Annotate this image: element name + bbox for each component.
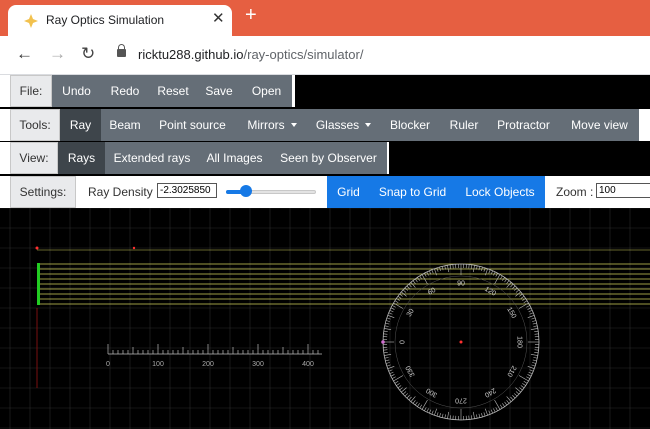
new-tab-icon[interactable]: + <box>245 5 257 25</box>
tool-mirrors-dropdown[interactable]: Mirrors <box>236 109 308 141</box>
point-marker[interactable] <box>132 246 136 250</box>
tool-move-view-button[interactable]: Move view <box>560 109 639 141</box>
settings-label: Settings: <box>10 176 76 208</box>
url-host: ricktu288.github.io <box>138 47 244 62</box>
settings-bar: Settings: Ray Density : Grid Snap to Gri… <box>0 176 650 208</box>
ruler-tick-label: 100 <box>152 361 164 368</box>
protractor-center-point[interactable] <box>459 340 463 344</box>
undo-button[interactable]: Undo <box>52 75 101 107</box>
view-all-images-button[interactable]: All Images <box>199 142 270 174</box>
protractor-angle-label: 90 <box>457 281 465 288</box>
tools-label: Tools: <box>10 109 60 141</box>
canvas-background <box>0 208 650 429</box>
protractor-handle[interactable] <box>381 340 385 344</box>
close-icon[interactable]: ✕ <box>212 11 225 26</box>
view-rays-button[interactable]: Rays <box>58 142 105 174</box>
zoom-label: Zoom : <box>556 185 594 199</box>
dropdown-caret-icon <box>290 123 297 127</box>
lock-objects-toggle[interactable]: Lock Objects <box>455 176 545 208</box>
browser-tab-bar: Ray Optics Simulation ✕ + <box>0 0 650 36</box>
back-arrow-icon[interactable]: ← <box>16 45 33 62</box>
protractor-angle-label: 180 <box>516 336 523 348</box>
ray-density-slider-thumb[interactable] <box>239 185 252 197</box>
redo-button[interactable]: Redo <box>101 75 149 107</box>
tab-title: Ray Optics Simulation <box>46 13 165 27</box>
ray-optics-favicon <box>24 14 38 28</box>
lock-icon[interactable] <box>117 44 126 57</box>
reload-icon[interactable]: ↻ <box>81 45 95 62</box>
address-bar: ← → ↻ ricktu288.github.io/ray-optics/sim… <box>0 36 650 75</box>
view-bar: View: Rays Extended rays All Images Seen… <box>0 142 389 174</box>
ruler-tick-label: 300 <box>252 361 264 368</box>
mirrors-label: Mirrors <box>247 118 285 132</box>
ray-density-label: Ray Density : <box>88 185 160 199</box>
open-button[interactable]: Open <box>241 75 292 107</box>
grid-toggle[interactable]: Grid <box>327 176 370 208</box>
ruler-tick-label: 400 <box>302 361 314 368</box>
browser-tab[interactable]: Ray Optics Simulation ✕ <box>8 5 232 36</box>
tool-point-source-button[interactable]: Point source <box>149 109 236 141</box>
reset-button[interactable]: Reset <box>149 75 197 107</box>
tool-ruler-button[interactable]: Ruler <box>441 109 487 141</box>
url-path: /ray-optics/simulator/ <box>243 47 364 62</box>
ray-source-marker[interactable] <box>37 263 40 305</box>
ray-density-input[interactable] <box>157 183 217 198</box>
ruler-tick-label: 200 <box>202 361 214 368</box>
file-bar: File: Undo Redo Reset Save Open <box>0 75 295 107</box>
point-marker[interactable] <box>35 246 39 250</box>
tool-beam-button[interactable]: Beam <box>101 109 149 141</box>
tool-blocker-button[interactable]: Blocker <box>379 109 441 141</box>
dropdown-caret-icon <box>365 123 372 127</box>
forward-arrow-icon[interactable]: → <box>49 45 66 62</box>
view-extended-rays-button[interactable]: Extended rays <box>105 142 199 174</box>
tool-glasses-dropdown[interactable]: Glasses <box>308 109 379 141</box>
glasses-label: Glasses <box>315 118 360 132</box>
save-button[interactable]: Save <box>197 75 241 107</box>
protractor-angle-label: 0 <box>400 340 407 344</box>
view-seen-by-observer-button[interactable]: Seen by Observer <box>270 142 387 174</box>
ruler-tick-label: 0 <box>106 361 110 368</box>
snap-to-grid-toggle[interactable]: Snap to Grid <box>370 176 455 208</box>
view-label: View: <box>10 142 58 174</box>
tool-ray-button[interactable]: Ray <box>60 109 101 141</box>
zoom-input[interactable] <box>596 183 650 198</box>
url-field[interactable]: ricktu288.github.io/ray-optics/simulator… <box>138 47 363 62</box>
protractor-angle-label: 270 <box>455 397 467 404</box>
tool-protractor-button[interactable]: Protractor <box>487 109 560 141</box>
simulation-canvas[interactable]: 0 100 200 300 400 03060901201501802102402703… <box>0 208 650 429</box>
file-label: File: <box>10 75 52 107</box>
tools-bar: Tools: Ray Beam Point source Mirrors Gla… <box>0 109 650 141</box>
